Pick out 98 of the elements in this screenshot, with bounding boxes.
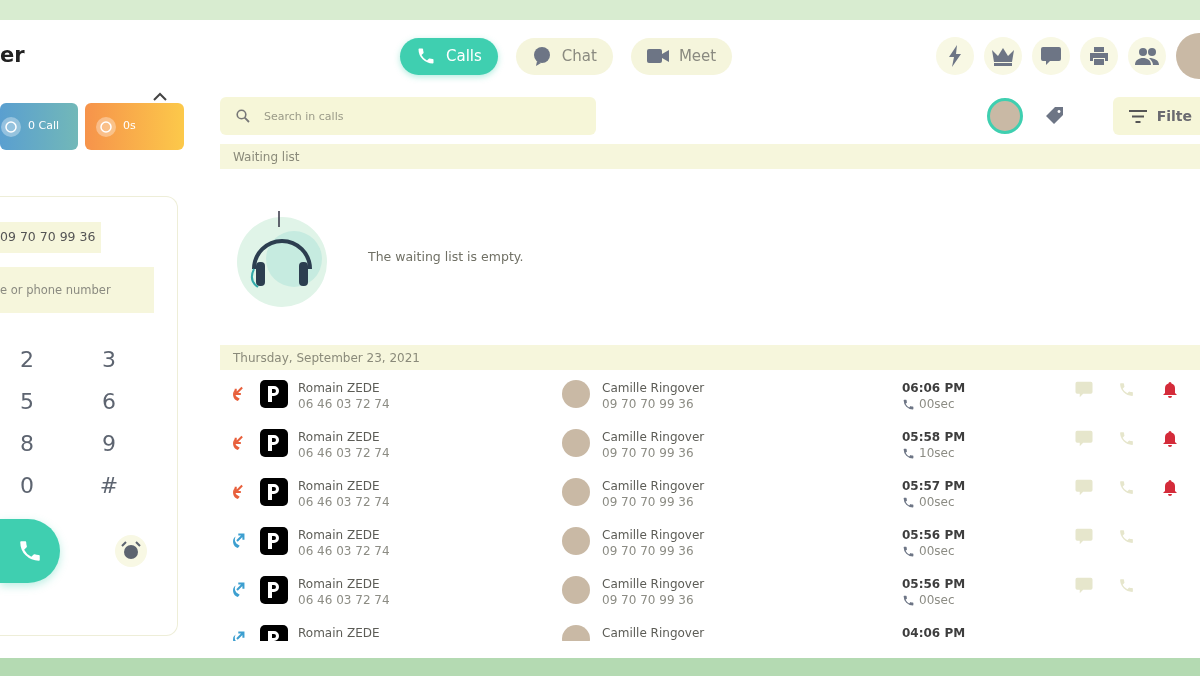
contact-logo	[260, 429, 288, 457]
agent-avatar	[562, 576, 590, 604]
call-back-icon[interactable]	[1118, 528, 1135, 545]
alarm-clock-icon[interactable]	[115, 534, 147, 567]
search-field[interactable]: Search in calls	[220, 97, 596, 135]
call-time: 05:56 PM	[902, 576, 967, 593]
stat-value: 0 Call	[28, 118, 60, 135]
call-back-icon[interactable]	[1118, 479, 1135, 496]
contact-name[interactable]: Romain ZEDE	[298, 625, 562, 641]
message-icon[interactable]	[1074, 430, 1094, 447]
contact-logo	[260, 380, 288, 408]
message-icon[interactable]	[1074, 381, 1094, 398]
printer-icon[interactable]	[1080, 37, 1118, 75]
bell-icon[interactable]	[1162, 479, 1178, 496]
filter-icon	[1128, 109, 1147, 123]
phone-icon	[902, 544, 915, 558]
stat-value: 0s	[123, 118, 136, 135]
people-icon[interactable]	[1128, 37, 1166, 75]
agent-avatar	[562, 429, 590, 457]
call-duration: 00sec	[919, 543, 955, 560]
agent-avatar	[562, 380, 590, 408]
tag-icon[interactable]	[1044, 106, 1065, 126]
contact-number: 06 46 03 72 74	[298, 543, 391, 560]
contact-number: 06 46 03 72 74	[298, 396, 391, 413]
crown-icon[interactable]	[984, 37, 1022, 75]
agent-number: 09 70 70 99 36	[602, 396, 695, 413]
empty-message: The waiting list is empty.	[368, 247, 524, 266]
agent-name: Camille Ringover	[602, 625, 706, 641]
agent-number: 09 70 70 99 36	[602, 592, 695, 609]
keypad-key[interactable]: 9	[96, 426, 122, 457]
chevron-up-icon[interactable]	[153, 92, 167, 101]
contact-name[interactable]: Romain ZEDE	[298, 576, 562, 593]
contact-logo	[260, 576, 288, 604]
contact-name[interactable]: Romain ZEDE	[298, 380, 562, 397]
search-icon	[236, 109, 250, 123]
agent-avatar[interactable]	[986, 98, 1023, 134]
agent-name: Camille Ringover	[602, 429, 706, 446]
agent-name: Camille Ringover	[602, 527, 706, 544]
agent-avatar	[562, 478, 590, 506]
message-icon[interactable]	[1074, 577, 1094, 594]
contact-name[interactable]: Romain ZEDE	[298, 429, 562, 446]
call-time: 06:06 PM	[902, 380, 967, 397]
agent-name: Camille Ringover	[602, 576, 706, 593]
keypad-key[interactable]: 6	[96, 384, 122, 415]
phone-icon	[902, 495, 915, 509]
keypad-key[interactable]: 0	[14, 468, 40, 499]
phone-icon	[902, 397, 915, 411]
lightning-icon[interactable]	[936, 37, 974, 75]
call-duration: 00sec	[919, 592, 955, 609]
phone-input[interactable]: e or phone number	[0, 266, 154, 313]
keypad-key[interactable]: 3	[96, 342, 122, 373]
keypad-key[interactable]: #	[96, 468, 122, 499]
call-duration: 00sec	[919, 494, 955, 511]
app-title: er	[0, 42, 26, 70]
contact-name[interactable]: Romain ZEDE	[298, 478, 562, 495]
contact-number: 06 46 03 72 74	[298, 494, 391, 511]
video-camera-icon	[646, 48, 669, 64]
contact-logo	[260, 478, 288, 506]
agent-name: Camille Ringover	[602, 380, 706, 397]
call-time: 05:57 PM	[902, 478, 967, 495]
keypad-key[interactable]: 5	[14, 384, 40, 415]
phone-icon	[416, 46, 436, 66]
tab[interactable]: Chat	[515, 37, 613, 75]
chat-bubble-icon	[531, 46, 552, 66]
call-button[interactable]	[0, 518, 60, 583]
keypad-key[interactable]: 2	[14, 342, 40, 373]
call-time: 05:56 PM	[902, 527, 967, 544]
message-icon[interactable]	[1074, 479, 1094, 496]
contact-number: 06 46 03 72 74	[298, 445, 391, 462]
agent-number: 09 70 70 99 36	[602, 543, 695, 560]
call-duration: 10sec	[919, 445, 955, 462]
agent-number: 09 70 70 99 36	[602, 445, 695, 462]
contact-name[interactable]: Romain ZEDE	[298, 527, 562, 544]
agent-name: Camille Ringover	[602, 478, 706, 495]
date-header: Thursday, September 23, 2021	[220, 345, 1200, 370]
bell-icon[interactable]	[1162, 430, 1178, 447]
section-header: Waiting list	[220, 144, 1200, 169]
chat-bubble-icon[interactable]	[1032, 37, 1070, 75]
agent-number: 09 70 70 99 36	[602, 494, 695, 511]
call-back-icon[interactable]	[1118, 430, 1135, 447]
agent-avatar	[562, 527, 590, 555]
phone-icon	[902, 593, 915, 607]
message-icon[interactable]	[1074, 528, 1094, 545]
caller-number[interactable]: 09 70 70 99 36	[0, 222, 102, 253]
bell-icon[interactable]	[1162, 381, 1178, 398]
call-back-icon[interactable]	[1118, 577, 1135, 594]
call-duration: 00sec	[919, 396, 955, 413]
phone-icon	[902, 446, 915, 460]
call-back-icon[interactable]	[1118, 381, 1135, 398]
call-time: 05:58 PM	[902, 429, 967, 446]
contact-number: 06 46 03 72 74	[298, 592, 391, 609]
tab[interactable]: Meet	[630, 37, 733, 75]
phone-circle-icon	[0, 115, 22, 138]
timer-circle-icon	[95, 115, 117, 138]
keypad-key[interactable]: 8	[14, 426, 40, 457]
contact-logo	[260, 527, 288, 555]
filter-button[interactable]: Filte	[1112, 97, 1200, 135]
call-time: 04:06 PM	[902, 625, 967, 641]
